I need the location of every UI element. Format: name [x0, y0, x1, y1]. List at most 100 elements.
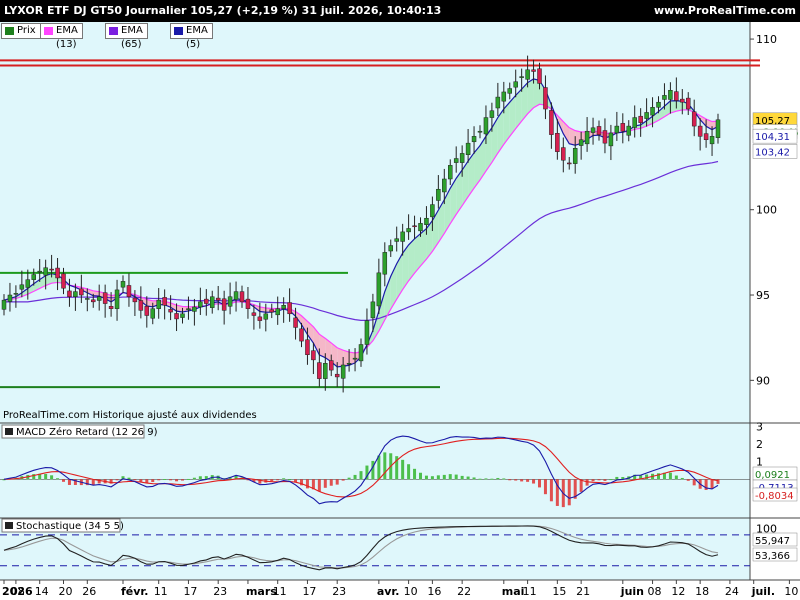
y-tick-label: 100 [756, 204, 777, 217]
macd-histogram-bar [502, 478, 506, 480]
price-tag-label: 103,42 [755, 147, 790, 158]
x-tick-label: 21 [576, 585, 590, 598]
candle-body [340, 364, 346, 379]
macd-histogram-bar [430, 476, 434, 480]
candle-body [400, 231, 405, 242]
x-tick-label: 10 [404, 585, 418, 598]
candle-body [459, 153, 465, 163]
candle-body [192, 306, 197, 312]
candle-body [650, 107, 655, 116]
candle-body [233, 291, 239, 300]
x-tick-label: 11 [523, 585, 537, 598]
candle-body [489, 110, 495, 118]
price-panel-bg [0, 22, 750, 423]
candle-body [668, 90, 673, 100]
macd-y-tick-label: 3 [756, 421, 763, 434]
candle-body [525, 69, 530, 80]
macd-histogram-bar [163, 479, 167, 481]
macd-histogram-bar [603, 479, 607, 481]
candle-body [73, 291, 78, 297]
macd-histogram-bar [526, 479, 530, 482]
x-tick-label: 20 [59, 585, 73, 598]
candle-body [305, 339, 310, 355]
candle-body [162, 297, 167, 306]
macd-histogram-bar [484, 478, 488, 480]
legend-ema5[interactable]: EMA (5) [170, 23, 213, 50]
candle-body [531, 69, 536, 72]
candle-body [507, 88, 512, 94]
x-tick-label: 12 [671, 585, 685, 598]
macd-histogram-bar [680, 477, 684, 480]
candle-body [150, 308, 155, 319]
x-tick-label: 16 [427, 585, 441, 598]
macd-histogram-bar [133, 479, 137, 481]
x-tick-label: 11 [273, 585, 287, 598]
candle-body [686, 97, 691, 110]
macd-histogram-bar [341, 479, 345, 481]
macd-histogram-bar [67, 479, 71, 485]
x-tick-label: 24 [725, 585, 739, 598]
candle-body [49, 268, 54, 271]
macd-histogram-bar [383, 452, 387, 480]
macd-title: MACD Zéro Retard (12 26 9) [16, 426, 158, 438]
candle-body [174, 313, 179, 320]
macd-histogram-bar [686, 479, 690, 481]
legend-ema65[interactable]: EMA (65) [105, 23, 148, 50]
macd-histogram-bar [317, 479, 321, 492]
candle-body [227, 296, 233, 307]
macd-histogram-bar [175, 479, 179, 482]
candle-body [334, 373, 340, 378]
macd-histogram-bar [454, 474, 458, 480]
candle-body [323, 363, 328, 379]
candle-body [632, 117, 637, 128]
macd-histogram-bar [597, 479, 601, 481]
macd-histogram-bar [151, 479, 155, 483]
macd-histogram-bar [181, 479, 184, 481]
candle-body [102, 292, 108, 304]
candle-body [31, 274, 36, 280]
candle-body [138, 300, 144, 311]
candle-body [120, 281, 126, 288]
candle-body [257, 316, 263, 321]
candle-body [501, 91, 507, 102]
candle-body [584, 130, 590, 145]
macd-histogram-bar [157, 479, 161, 481]
candle-body [561, 147, 566, 161]
macd-histogram-bar [466, 476, 470, 480]
candle-body [471, 136, 477, 143]
macd-histogram-bar [305, 479, 309, 489]
y-tick-label: 95 [756, 289, 770, 302]
macd-histogram-bar [329, 479, 333, 486]
chart-canvas[interactable]: 1101009590105,27+2,19 %104,31103,42ProRe… [0, 0, 800, 600]
macd-histogram-bar [401, 459, 405, 480]
macd-histogram-bar [674, 475, 678, 480]
macd-histogram-bar [353, 474, 357, 480]
x-tick-label: 08 [648, 585, 662, 598]
legend-swatch-icon [5, 27, 14, 35]
macd-histogram-bar [710, 479, 714, 489]
macd-histogram-bar [508, 479, 512, 481]
macd-histogram-bar [549, 479, 553, 502]
candle-body [91, 299, 96, 303]
candle-body [412, 225, 417, 228]
legend-prix[interactable]: Prix [1, 23, 41, 39]
candle-body [644, 112, 649, 119]
candle-body [715, 119, 721, 138]
candle-body [37, 270, 42, 273]
candle-body [281, 305, 286, 309]
candle-body [346, 363, 352, 365]
candle-body [448, 165, 453, 180]
candle-body [126, 285, 132, 297]
legend-swatch-icon [109, 27, 118, 35]
macd-histogram-bar [591, 479, 595, 482]
candle-body [549, 110, 554, 135]
candle-body [418, 223, 423, 232]
macd-histogram-bar [538, 479, 541, 488]
macd-histogram-bar [198, 476, 202, 480]
candle-body [311, 350, 316, 361]
candle-body [263, 313, 269, 320]
macd-histogram-bar [335, 479, 339, 485]
legend-ema13[interactable]: EMA (13) [40, 23, 83, 50]
x-tick-label: 26 [82, 585, 96, 598]
candle-body [465, 142, 471, 156]
